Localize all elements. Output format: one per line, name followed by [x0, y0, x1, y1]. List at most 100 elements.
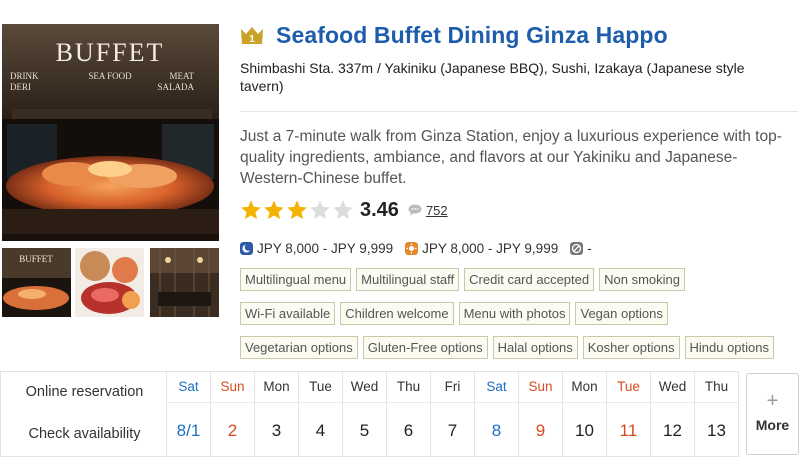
- day-date[interactable]: 8: [475, 421, 518, 441]
- day-cell[interactable]: Sun 2: [211, 371, 255, 457]
- day-cell[interactable]: Sat 8/1: [167, 371, 211, 457]
- rating-value: 3.46: [360, 198, 399, 221]
- day-separator: [519, 402, 562, 403]
- rank-crown-icon: 1: [240, 25, 264, 45]
- other-price: -: [570, 241, 592, 256]
- day-date[interactable]: 11: [607, 421, 650, 441]
- day-separator: [563, 402, 606, 403]
- day-separator: [211, 402, 254, 403]
- day-date[interactable]: 6: [387, 421, 430, 441]
- day-of-week: Mon: [571, 379, 598, 394]
- thumbnail-2[interactable]: [75, 248, 144, 317]
- day-of-week: Sun: [220, 379, 245, 394]
- photo-sign-right-bottom: SALADA: [157, 82, 194, 92]
- review-count-link[interactable]: 752: [426, 203, 448, 218]
- day-cell[interactable]: Thu 13: [695, 371, 739, 457]
- day-date[interactable]: 2: [211, 421, 254, 441]
- photo-sign-center: SEA FOOD: [88, 71, 132, 81]
- restaurant-location-genre: Shimbashi Sta. 337m / Yakiniku (Japanese…: [240, 60, 745, 94]
- star-filled-icon: [287, 200, 307, 220]
- feature-tag: Credit card accepted: [464, 268, 595, 291]
- day-of-week: Fri: [444, 379, 461, 394]
- day-cell[interactable]: Wed 5: [343, 371, 387, 457]
- star-filled-icon: [241, 200, 261, 220]
- day-cell[interactable]: Thu 6: [387, 371, 431, 457]
- thumbnail-1[interactable]: BUFFET: [2, 248, 71, 317]
- day-separator: [607, 402, 650, 403]
- day-separator: [695, 402, 738, 403]
- day-cell[interactable]: Wed 12: [651, 371, 695, 457]
- moon-icon: [240, 241, 253, 255]
- day-of-week: Wed: [350, 379, 379, 394]
- more-dates-button[interactable]: + More: [746, 373, 799, 455]
- day-separator: [255, 402, 298, 403]
- thumbnail-sign: BUFFET: [19, 254, 53, 264]
- tag-row: Multilingual menu Multilingual staff Credi…: [240, 268, 800, 291]
- star-empty-icon: [333, 200, 353, 220]
- other-price-text: -: [587, 240, 592, 256]
- more-label: More: [755, 417, 790, 433]
- lunch-price: JPY 8,000 - JPY 9,999: [405, 241, 558, 256]
- day-date[interactable]: 12: [651, 421, 694, 441]
- day-of-week: Sat: [178, 379, 199, 394]
- day-date[interactable]: 4: [299, 421, 342, 441]
- clock-icon: [570, 241, 584, 255]
- rank-number: 1: [249, 34, 255, 45]
- day-separator: [387, 402, 430, 403]
- availability-labels: Online reservation Check availability: [0, 371, 167, 457]
- day-cell[interactable]: Tue 11: [607, 371, 651, 457]
- feature-tag: Vegetarian options: [240, 336, 358, 359]
- day-cell[interactable]: Tue 4: [299, 371, 343, 457]
- lunch-price-text: JPY 8,000 - JPY 9,999: [422, 240, 559, 256]
- day-separator: [475, 402, 518, 403]
- star-filled-icon: [264, 200, 284, 220]
- day-separator: [651, 402, 694, 403]
- rating-row: 3.46 752: [240, 197, 448, 223]
- day-date[interactable]: 13: [695, 421, 738, 441]
- day-of-week: Sun: [528, 379, 553, 394]
- online-reservation-label: Online reservation: [25, 384, 144, 400]
- day-cell[interactable]: Fri 7: [431, 371, 475, 457]
- photo-sign-left-top: DRINK: [10, 71, 39, 81]
- photo-sign-left-bottom: DERI: [10, 82, 31, 92]
- star-empty-icon: [310, 200, 330, 220]
- restaurant-main-photo[interactable]: BUFFET DRINK DERI SEA FOOD MEAT SALADA: [2, 24, 219, 241]
- feature-tag: Multilingual menu: [240, 268, 352, 291]
- rating-stars: [240, 199, 355, 221]
- day-cell[interactable]: Mon 3: [255, 371, 299, 457]
- day-date[interactable]: 9: [519, 421, 562, 441]
- feature-tag: Vegan options: [575, 302, 668, 325]
- feature-tag: Gluten-Free options: [362, 336, 488, 359]
- day-columns: Sat 8/1 Sun 2 Mon 3 Tue 4 Wed 5 Thu 6 Fri 7 Sat 8 Sun 9 Mo…: [167, 371, 739, 457]
- day-cell[interactable]: Mon 10: [563, 371, 607, 457]
- day-date[interactable]: 3: [255, 421, 298, 441]
- day-date[interactable]: 7: [431, 421, 474, 441]
- tag-row: Vegetarian options Gluten-Free options Hal…: [240, 336, 800, 359]
- divider: [240, 111, 798, 112]
- day-date[interactable]: 8/1: [167, 421, 210, 441]
- day-separator: [167, 402, 210, 403]
- day-cell[interactable]: Sun 9: [519, 371, 563, 457]
- day-of-week: Wed: [658, 379, 687, 394]
- check-availability-label: Check availability: [28, 426, 141, 442]
- day-of-week: Tue: [309, 379, 332, 394]
- day-separator: [431, 402, 474, 403]
- day-date[interactable]: 5: [343, 421, 386, 441]
- photo-sign-right-top: MEAT: [170, 71, 195, 81]
- price-row: JPY 8,000 - JPY 9,999 JPY 8,000 - JPY 9,…: [240, 239, 604, 257]
- restaurant-name-link[interactable]: Seafood Buffet Dining Ginza Happo: [276, 22, 668, 49]
- thumbnail-3[interactable]: [150, 248, 219, 317]
- plus-icon: +: [766, 390, 779, 412]
- dinner-price: JPY 8,000 - JPY 9,999: [240, 241, 393, 256]
- day-date[interactable]: 10: [563, 421, 606, 441]
- dinner-price-text: JPY 8,000 - JPY 9,999: [257, 240, 394, 256]
- photo-sign-main: BUFFET: [56, 38, 165, 67]
- feature-tag: Wi-Fi available: [240, 302, 336, 325]
- sun-icon: [405, 241, 419, 255]
- day-cell[interactable]: Sat 8: [475, 371, 519, 457]
- day-separator: [299, 402, 342, 403]
- day-of-week: Sat: [486, 379, 507, 394]
- tag-row: Wi-Fi available Children welcome Menu with…: [240, 302, 800, 325]
- day-of-week: Mon: [263, 379, 290, 394]
- day-of-week: Tue: [617, 379, 640, 394]
